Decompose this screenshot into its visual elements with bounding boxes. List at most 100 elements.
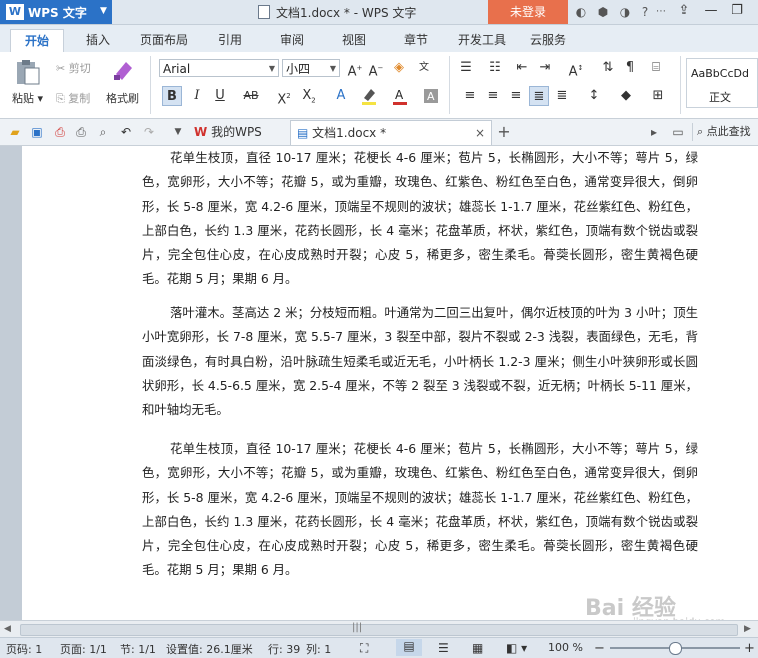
- restore-button[interactable]: ❐: [724, 0, 750, 24]
- close-icon[interactable]: ×: [475, 121, 485, 145]
- tab-chapter[interactable]: 章节: [394, 29, 438, 52]
- copy-label: 复制: [68, 92, 91, 105]
- highlight-icon[interactable]: [359, 86, 379, 106]
- more-icon[interactable]: ⋯: [652, 3, 670, 21]
- font-color-icon[interactable]: A: [390, 86, 410, 106]
- change-case-icon[interactable]: A↕: [566, 58, 586, 79]
- chinese-layout-icon[interactable]: ⌸: [646, 58, 666, 78]
- char-shading-icon[interactable]: A: [421, 86, 441, 106]
- style-gallery-normal[interactable]: AaBbCcDd 正文: [686, 58, 758, 108]
- zoom-level[interactable]: 100 %: [548, 641, 583, 654]
- status-pages[interactable]: 页面: 1/1: [60, 641, 107, 657]
- tab-developer[interactable]: 开发工具: [452, 29, 512, 52]
- strikethrough-icon[interactable]: AB: [241, 86, 261, 106]
- quick-access-bar: ▰ ▣ ⎙ ⎙ ⌕ ↶ ↷ ▼ W 我的WPS ▤ 文档1.docx * × +…: [0, 119, 758, 146]
- wps-menu-button[interactable]: W WPS 文字 ▼: [0, 0, 112, 24]
- search-box[interactable]: ⌕ 点此查找: [692, 123, 758, 141]
- export-pdf-icon[interactable]: ⎙: [52, 124, 68, 140]
- bold-icon[interactable]: B: [162, 86, 182, 106]
- subscript-icon[interactable]: X2: [299, 86, 319, 106]
- italic-icon[interactable]: I: [187, 86, 207, 106]
- print-preview-icon[interactable]: ⌕: [95, 124, 111, 140]
- format-painter-button[interactable]: 格式刷: [106, 90, 139, 106]
- window-icon[interactable]: ▭: [670, 124, 686, 140]
- save-icon[interactable]: ▣: [29, 124, 45, 140]
- underline-icon[interactable]: U: [210, 86, 230, 106]
- open-folder-icon[interactable]: ▰: [7, 124, 23, 140]
- redo-icon[interactable]: ↷: [141, 124, 157, 140]
- web-view-icon[interactable]: ▦: [472, 641, 483, 655]
- fill-color-icon[interactable]: ◆: [616, 86, 636, 106]
- status-setting[interactable]: 设置值: 26.1厘米: [166, 641, 253, 657]
- pinyin-guide-icon[interactable]: 文: [414, 58, 434, 78]
- page-view-icon[interactable]: ▤: [396, 639, 422, 656]
- tab-view[interactable]: 视图: [332, 29, 376, 52]
- superscript-icon[interactable]: X2: [274, 86, 294, 107]
- divider: [449, 56, 450, 114]
- cut-button[interactable]: ✂ 剪切: [56, 60, 91, 76]
- left-margin-strip: [0, 146, 22, 620]
- fullscreen-icon[interactable]: ⛶: [360, 641, 368, 656]
- horizontal-scrollbar[interactable]: ◀ ||| ▶: [0, 620, 758, 638]
- paragraph-1[interactable]: 花单生枝顶，直径 10-17 厘米；花梗长 4-6 厘米；苞片 5，长椭圆形，大…: [142, 146, 698, 292]
- tab-cloud[interactable]: 云服务: [524, 29, 572, 52]
- status-section[interactable]: 节: 1/1: [120, 641, 156, 657]
- bullet-list-icon[interactable]: ☰: [456, 58, 476, 78]
- skin-icon[interactable]: ◐: [572, 3, 590, 21]
- clear-format-icon[interactable]: ◈: [389, 58, 409, 78]
- feedback-icon[interactable]: ◑: [616, 3, 634, 21]
- reading-view-icon[interactable]: ◧ ▾: [506, 641, 527, 655]
- new-tab-icon[interactable]: +: [496, 124, 512, 140]
- format-painter-icon[interactable]: [112, 58, 136, 82]
- tab-home[interactable]: 开始: [10, 29, 64, 53]
- login-button[interactable]: 未登录: [488, 0, 568, 24]
- tab-review[interactable]: 审阅: [270, 29, 314, 52]
- grow-font-icon[interactable]: A+: [345, 58, 365, 79]
- show-marks-icon[interactable]: ¶: [620, 58, 640, 78]
- tab-references[interactable]: 引用: [208, 29, 252, 52]
- outline-view-icon[interactable]: ☰: [438, 641, 449, 655]
- paragraph-3[interactable]: 花单生枝顶，直径 10-17 厘米；花梗长 4-6 厘米；苞片 5，长椭圆形，大…: [142, 437, 698, 583]
- font-size-select[interactable]: 小四 ▼: [282, 59, 340, 77]
- minimize-button[interactable]: —: [698, 0, 724, 24]
- paste-button[interactable]: 粘贴 ▾: [12, 90, 43, 106]
- align-left-icon[interactable]: ≡: [460, 86, 480, 106]
- font-name-select[interactable]: Arial ▼: [159, 59, 279, 77]
- tab-document[interactable]: ▤ 文档1.docx * ×: [290, 120, 492, 145]
- distributed-align-icon[interactable]: ≣: [552, 86, 572, 106]
- decrease-indent-icon[interactable]: ⇤: [512, 58, 532, 78]
- scroll-thumb[interactable]: [20, 624, 738, 636]
- align-center-icon[interactable]: ≡: [483, 86, 503, 106]
- increase-indent-icon[interactable]: ⇥: [535, 58, 555, 78]
- upload-icon[interactable]: ⇪: [671, 0, 697, 24]
- scroll-right-icon[interactable]: ▶: [744, 624, 751, 634]
- customize-chevron-icon[interactable]: ▼: [170, 124, 186, 140]
- paragraph-2[interactable]: 落叶灌木。茎高达 2 米；分枝短而粗。叶通常为二回三出复叶，偶尔近枝顶的叶为 3…: [142, 301, 698, 422]
- zoom-out-icon[interactable]: −: [594, 641, 605, 656]
- tab-insert[interactable]: 插入: [76, 29, 120, 52]
- paste-icon[interactable]: [12, 58, 42, 86]
- undo-icon[interactable]: ↶: [118, 124, 134, 140]
- numbered-list-icon[interactable]: ☷: [485, 58, 505, 78]
- shrink-font-icon[interactable]: A−: [366, 58, 386, 79]
- copy-button[interactable]: ⎘ 复制: [56, 90, 90, 106]
- document-icon: [258, 5, 270, 19]
- settings-icon[interactable]: ⬢: [594, 3, 612, 21]
- status-line[interactable]: 行: 39: [268, 641, 300, 657]
- zoom-slider-thumb[interactable]: [669, 642, 682, 655]
- borders-icon[interactable]: ⊞: [648, 86, 668, 106]
- justify-icon[interactable]: ≣: [529, 86, 549, 106]
- align-right-icon[interactable]: ≡: [506, 86, 526, 106]
- tab-page-layout[interactable]: 页面布局: [134, 29, 194, 52]
- status-col[interactable]: 列: 1: [306, 641, 331, 657]
- status-page-no[interactable]: 页码: 1: [6, 641, 42, 657]
- sort-icon[interactable]: ⇅: [598, 58, 618, 78]
- zoom-in-icon[interactable]: +: [744, 641, 755, 656]
- print-icon[interactable]: ⎙: [73, 124, 89, 140]
- tab-my-wps[interactable]: W 我的WPS: [188, 120, 286, 144]
- line-spacing-icon[interactable]: ↕: [584, 86, 604, 106]
- tab-list-icon[interactable]: ▸: [646, 124, 662, 140]
- scroll-left-icon[interactable]: ◀: [4, 624, 11, 634]
- document-page[interactable]: 花单生枝顶，直径 10-17 厘米；花梗长 4-6 厘米；苞片 5，长椭圆形，大…: [22, 146, 758, 620]
- text-effect-icon[interactable]: A: [331, 86, 351, 106]
